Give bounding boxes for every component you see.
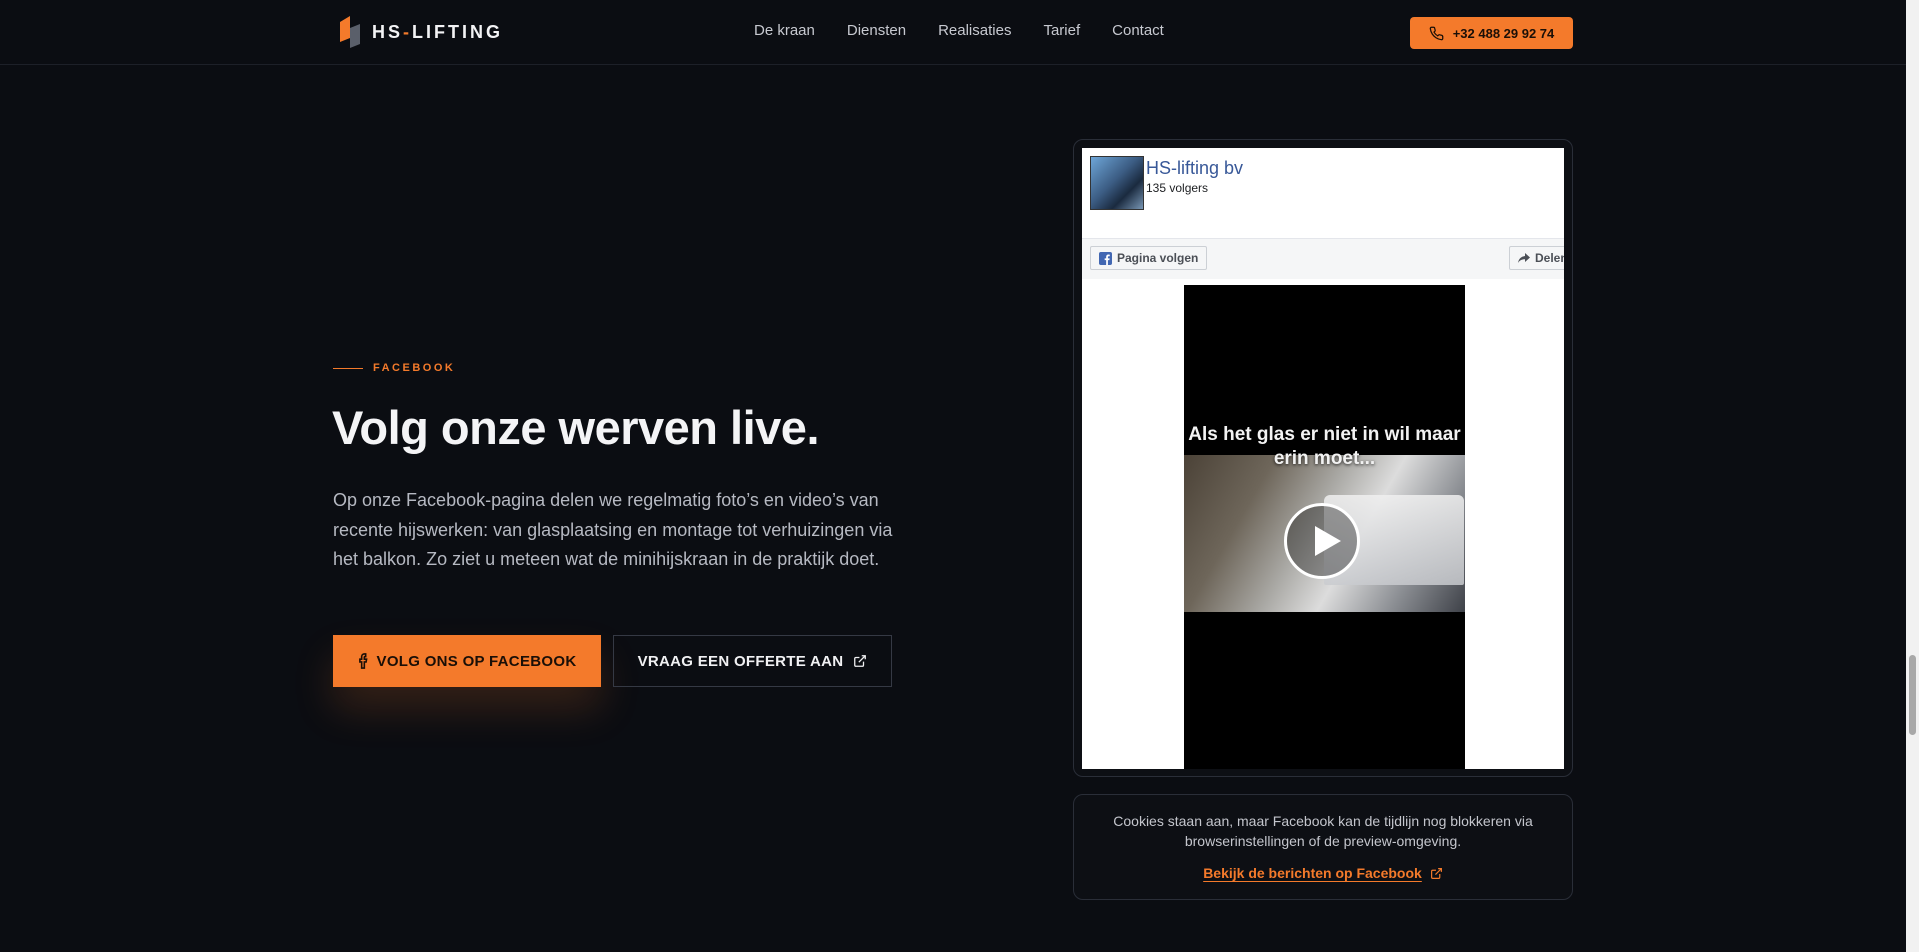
cookie-notice-text: Cookies staan aan, maar Facebook kan de … bbox=[1113, 813, 1533, 849]
scrollbar-thumb[interactable] bbox=[1909, 655, 1916, 735]
view-facebook-posts-link[interactable]: Bekijk de berichten op Facebook bbox=[1074, 865, 1572, 881]
video-caption: Als het glas er niet in wil maar erin mo… bbox=[1188, 424, 1461, 469]
external-link-icon bbox=[1430, 867, 1442, 879]
phone-number: +32 488 29 92 74 bbox=[1452, 25, 1555, 41]
logo-mark-icon bbox=[340, 16, 360, 48]
share-arrow-icon bbox=[1518, 252, 1530, 263]
eyebrow-line bbox=[333, 367, 363, 369]
logo-text: HS-LIFTING bbox=[372, 21, 504, 42]
follow-page-label: Pagina volgen bbox=[1117, 251, 1199, 265]
page-name-link[interactable]: HS-lifting bv bbox=[1146, 158, 1243, 179]
main-nav: De kraan Diensten Realisaties Tarief Con… bbox=[754, 22, 1164, 39]
phone-button[interactable]: +32 488 29 92 74 bbox=[1410, 17, 1573, 49]
nav-item-de-kraan[interactable]: De kraan bbox=[754, 22, 815, 39]
facebook-embed-card: HS-lifting bv 135 volgers Pagina volgen … bbox=[1073, 139, 1573, 777]
facebook-icon bbox=[358, 653, 368, 669]
follow-facebook-button[interactable]: VOLG ONS OP FACEBOOK bbox=[333, 635, 601, 687]
page-profile-image[interactable] bbox=[1090, 156, 1144, 210]
cookie-notice: Cookies staan aan, maar Facebook kan de … bbox=[1073, 794, 1573, 900]
follow-page-button[interactable]: Pagina volgen bbox=[1090, 246, 1208, 270]
page-scrollbar[interactable] bbox=[1906, 0, 1919, 952]
eyebrow-label: FACEBOOK bbox=[373, 362, 456, 374]
nav-item-contact[interactable]: Contact bbox=[1112, 22, 1164, 39]
follower-count: 135 volgers bbox=[1146, 181, 1209, 195]
request-quote-label: VRAAG EEN OFFERTE AAN bbox=[637, 652, 844, 670]
play-icon[interactable] bbox=[1284, 503, 1360, 579]
section-heading: Volg onze werven live. bbox=[332, 401, 820, 454]
request-quote-button[interactable]: VRAAG EEN OFFERTE AAN bbox=[613, 635, 892, 687]
nav-item-realisaties[interactable]: Realisaties bbox=[938, 22, 1011, 39]
site-header: HS-LIFTING De kraan Diensten Realisaties… bbox=[0, 0, 1906, 65]
facebook-page-plugin: HS-lifting bv 135 volgers Pagina volgen … bbox=[1082, 148, 1564, 769]
share-button[interactable]: Delen bbox=[1509, 246, 1564, 270]
follow-facebook-label: VOLG ONS OP FACEBOOK bbox=[376, 652, 577, 670]
phone-icon bbox=[1429, 26, 1444, 40]
section-body: Op onze Facebook-pagina delen we regelma… bbox=[333, 490, 893, 569]
share-label: Delen bbox=[1535, 251, 1564, 265]
nav-item-tarief[interactable]: Tarief bbox=[1043, 22, 1080, 39]
facebook-square-icon bbox=[1099, 251, 1112, 265]
section-eyebrow: FACEBOOK bbox=[333, 362, 455, 374]
logo[interactable]: HS-LIFTING bbox=[338, 16, 503, 48]
video-player[interactable]: Als het glas er niet in wil maar erin mo… bbox=[1184, 285, 1465, 769]
nav-item-diensten[interactable]: Diensten bbox=[847, 22, 906, 39]
external-link-icon bbox=[854, 655, 867, 667]
view-facebook-posts-label: Bekijk de berichten op Facebook bbox=[1203, 865, 1422, 881]
